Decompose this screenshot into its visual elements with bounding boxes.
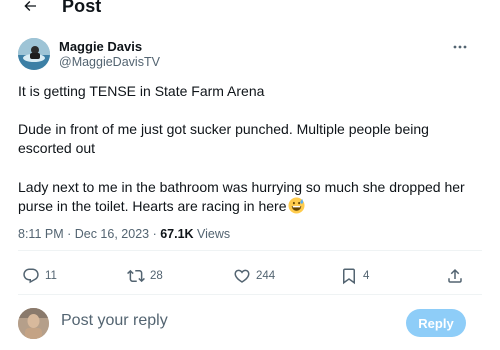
- back-button[interactable]: [18, 0, 42, 18]
- user-avatar[interactable]: [18, 308, 49, 339]
- tweet-paragraph: Dude in front of me just got sucker punc…: [18, 121, 429, 156]
- tweet-meta: 8:11 PM · Dec 16, 2023 · 67.1K Views: [18, 227, 230, 241]
- more-icon: [453, 45, 467, 49]
- reply-action-button[interactable]: 11: [22, 266, 57, 286]
- author-handle[interactable]: @MaggieDavisTV: [59, 55, 160, 69]
- like-count: 244: [256, 270, 276, 282]
- share-icon: [448, 268, 462, 283]
- page-title: Post: [62, 0, 102, 16]
- heart-icon: [234, 269, 250, 283]
- back-arrow-icon: [24, 1, 36, 11]
- divider: [18, 294, 482, 295]
- divider: [18, 250, 482, 251]
- bookmark-count: 4: [363, 270, 370, 282]
- like-action-button[interactable]: 244: [233, 266, 275, 286]
- tweet-paragraph-text: Lady next to me in the bathroom was hurr…: [18, 179, 465, 214]
- tweet-timestamp[interactable]: 8:11 PM · Dec 16, 2023 ·: [18, 227, 160, 241]
- tweet-paragraph: It is getting TENSE in State Farm Arena: [18, 83, 265, 99]
- bookmark-icon: [343, 268, 355, 285]
- author-avatar[interactable]: [18, 38, 50, 70]
- reply-input[interactable]: Post your reply: [61, 312, 168, 330]
- repost-icon: [127, 269, 145, 283]
- tweet-paragraph: Lady next to me in the bathroom was hurr…: [18, 178, 482, 216]
- views-count: 67.1K: [160, 227, 194, 241]
- bookmark-action-button[interactable]: 4: [340, 266, 369, 286]
- repost-count: 28: [150, 270, 163, 282]
- views-label: Views: [193, 227, 231, 241]
- more-options-button[interactable]: [450, 38, 470, 56]
- reply-icon: [23, 268, 39, 284]
- repost-action-button[interactable]: 28: [127, 266, 163, 286]
- author-name[interactable]: Maggie Davis: [59, 39, 142, 54]
- reply-count: 11: [45, 270, 57, 282]
- grinning-sweat-emoji-icon: [288, 197, 306, 214]
- share-action-button[interactable]: [446, 266, 464, 286]
- page-header: Post: [0, 0, 500, 22]
- reply-button[interactable]: Reply: [406, 309, 466, 337]
